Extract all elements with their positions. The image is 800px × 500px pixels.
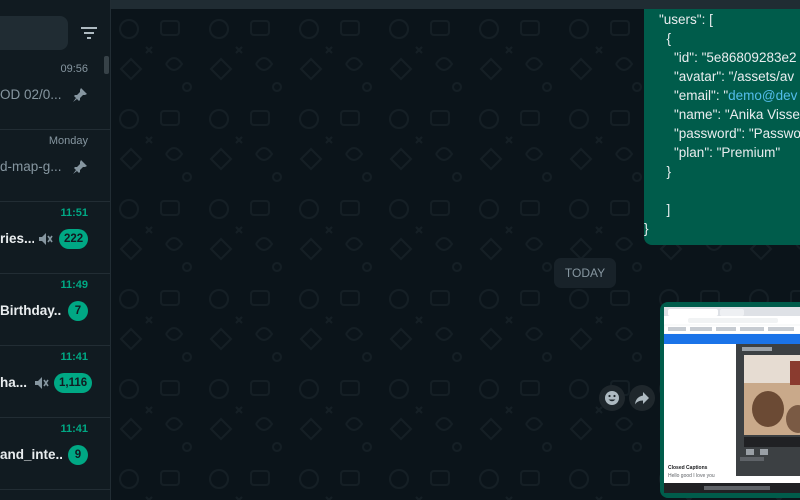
chat-time: 11:41 [60,423,88,435]
chat-preview: and_inte... [0,447,62,462]
forward-icon [635,392,649,405]
conversation-panel: "users": [ { "id": "5e86809283e2 "avatar… [111,9,800,500]
code-line: ] [659,202,671,217]
pin-icon [73,88,87,102]
code-line: "users": [ [659,12,713,27]
chat-preview: ries... [0,231,34,246]
chat-list-item[interactable]: 11:41 and_inte... 9 [0,417,110,490]
closed-captions-title: Closed Captions [668,465,708,471]
unread-count-badge: 1,116 [54,373,93,393]
code-line: "name": "Anika Visse [659,107,800,122]
code-line: } [644,221,649,236]
chat-list-item[interactable]: 09:56 OD 02/0... [0,57,110,130]
filter-icon[interactable] [80,24,98,42]
mute-icon [39,233,53,245]
code-line: "id": "5e86809283e2 [659,50,797,65]
unread-count-badge: 9 [68,445,88,465]
chat-time: 09:56 [60,63,88,75]
code-line: { [659,31,672,46]
conversation-header [111,0,800,9]
outgoing-code-message[interactable]: "users": [ { "id": "5e86809283e2 "avatar… [644,9,800,245]
code-line: "avatar": "/assets/av [659,69,795,84]
code-line: } [659,164,672,179]
chat-preview: OD 02/0... [0,87,62,102]
chat-preview: d-map-g... [0,159,62,174]
chat-time: Monday [48,135,88,147]
closed-captions-text: Hello good I love you [668,473,715,479]
email-link[interactable]: demo@dev [728,88,797,103]
chat-list-sidebar: 09:56 OD 02/0... Monday d-map-g... 11:51… [0,0,111,500]
mute-icon [35,377,49,389]
chat-list-item[interactable]: Monday d-map-g... [0,129,110,202]
screenshot-image[interactable]: Closed Captions Hello good I love you [664,307,800,493]
date-divider: TODAY [554,258,616,288]
search-input[interactable] [0,16,68,50]
code-line: "plan": "Premium" [659,145,781,160]
code-line-text: "email": " [659,88,729,103]
unread-count-badge: 7 [68,301,88,321]
code-line: "email": "demo@dev [659,88,797,103]
unread-count-badge: 222 [59,229,89,249]
chat-time: 11:49 [60,279,88,291]
code-line: "password": "Passwo [659,126,800,141]
outgoing-image-message[interactable]: Closed Captions Hello good I love you [660,302,800,498]
chat-time: 11:51 [60,207,88,219]
chat-preview: Birthday... [0,303,62,318]
emoji-icon [605,391,619,405]
chat-list-item[interactable]: 11:49 Birthday... 7 [0,273,110,346]
chat-preview: ha... [0,375,28,390]
chat-list-item[interactable]: 11:41 ha... 1,116 [0,345,110,418]
forward-button[interactable] [629,385,655,411]
emoji-reaction-button[interactable] [599,385,625,411]
pin-icon [73,160,87,174]
chat-list-item[interactable]: 11:51 ries... 222 [0,201,110,274]
chat-time: 11:41 [60,351,88,363]
